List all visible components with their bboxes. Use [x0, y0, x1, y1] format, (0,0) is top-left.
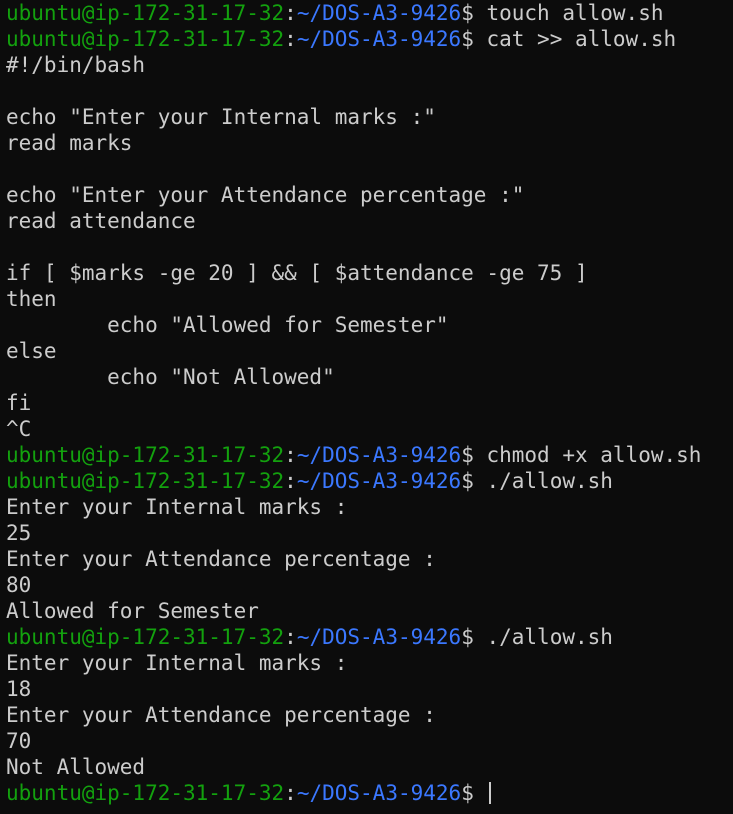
command-text: ./allow.sh — [473, 469, 613, 493]
output-line: echo "Allowed for Semester" — [6, 313, 449, 337]
command-text: cat >> allow.sh — [473, 27, 677, 51]
output-line: 80 — [6, 573, 32, 597]
prompt-path: ~/DOS-A3-9426 — [296, 625, 462, 649]
command-text — [474, 781, 487, 805]
prompt-colon: : — [284, 27, 297, 51]
output-line: echo "Not Allowed" — [6, 365, 335, 389]
text-cursor[interactable] — [488, 782, 491, 804]
command-text: touch allow.sh — [473, 1, 664, 25]
output-line: then — [6, 287, 57, 311]
prompt-dollar: $ — [461, 781, 474, 805]
output-line: ^C — [6, 417, 32, 441]
prompt-path: ~/DOS-A3-9426 — [296, 469, 462, 493]
output-line: 70 — [6, 729, 32, 753]
prompt-line: ubuntu@ip-172-31-17-32:~/DOS-A3-9426$ ca… — [6, 26, 733, 52]
output-line: echo "Enter your Internal marks :" — [6, 105, 436, 129]
prompt-path: ~/DOS-A3-9426 — [296, 443, 462, 467]
output-line: echo "Enter your Attendance percentage :… — [6, 183, 525, 207]
output-line: Enter your Attendance percentage : — [6, 547, 436, 571]
prompt-user-host: ubuntu@ip-172-31-17-32 — [6, 443, 285, 467]
output-line: 18 — [6, 677, 32, 701]
prompt-user-host: ubuntu@ip-172-31-17-32 — [6, 781, 285, 805]
prompt-dollar: $ — [461, 443, 474, 467]
prompt-colon: : — [284, 443, 297, 467]
prompt-dollar: $ — [461, 27, 474, 51]
prompt-path: ~/DOS-A3-9426 — [296, 27, 462, 51]
output-line: #!/bin/bash — [6, 53, 146, 77]
prompt-colon: : — [284, 781, 297, 805]
command-text: chmod +x allow.sh — [473, 443, 702, 467]
command-text: ./allow.sh — [473, 625, 613, 649]
output-line: read marks — [6, 131, 133, 155]
output-line: Allowed for Semester — [6, 599, 259, 623]
prompt-dollar: $ — [461, 469, 474, 493]
output-line: Not Allowed — [6, 755, 146, 779]
output-line: Enter your Internal marks : — [6, 495, 348, 519]
terminal-window[interactable]: ubuntu@ip-172-31-17-32:~/DOS-A3-9426$ to… — [0, 0, 733, 814]
output-line: read attendance — [6, 209, 196, 233]
prompt-dollar: $ — [461, 625, 474, 649]
prompt-line: ubuntu@ip-172-31-17-32:~/DOS-A3-9426$ ./… — [6, 624, 733, 650]
prompt-line: ubuntu@ip-172-31-17-32:~/DOS-A3-9426$ ./… — [6, 468, 733, 494]
output-line: if [ $marks -ge 20 ] && [ $attendance -g… — [6, 261, 588, 285]
output-line: Enter your Internal marks : — [6, 651, 348, 675]
prompt-colon: : — [284, 625, 297, 649]
output-line: 25 — [6, 521, 32, 545]
output-line: Enter your Attendance percentage : — [6, 703, 436, 727]
prompt-line: ubuntu@ip-172-31-17-32:~/DOS-A3-9426$ to… — [6, 0, 733, 26]
prompt-dollar: $ — [461, 1, 474, 25]
prompt-user-host: ubuntu@ip-172-31-17-32 — [6, 1, 285, 25]
output-line: else — [6, 339, 57, 363]
prompt-user-host: ubuntu@ip-172-31-17-32 — [6, 469, 285, 493]
prompt-user-host: ubuntu@ip-172-31-17-32 — [6, 625, 285, 649]
prompt-path: ~/DOS-A3-9426 — [296, 781, 462, 805]
prompt-colon: : — [284, 1, 297, 25]
prompt-path: ~/DOS-A3-9426 — [296, 1, 462, 25]
prompt-line: ubuntu@ip-172-31-17-32:~/DOS-A3-9426$ — [6, 780, 733, 806]
prompt-line: ubuntu@ip-172-31-17-32:~/DOS-A3-9426$ ch… — [6, 442, 733, 468]
prompt-colon: : — [284, 469, 297, 493]
output-line: fi — [6, 391, 32, 415]
prompt-user-host: ubuntu@ip-172-31-17-32 — [6, 27, 285, 51]
